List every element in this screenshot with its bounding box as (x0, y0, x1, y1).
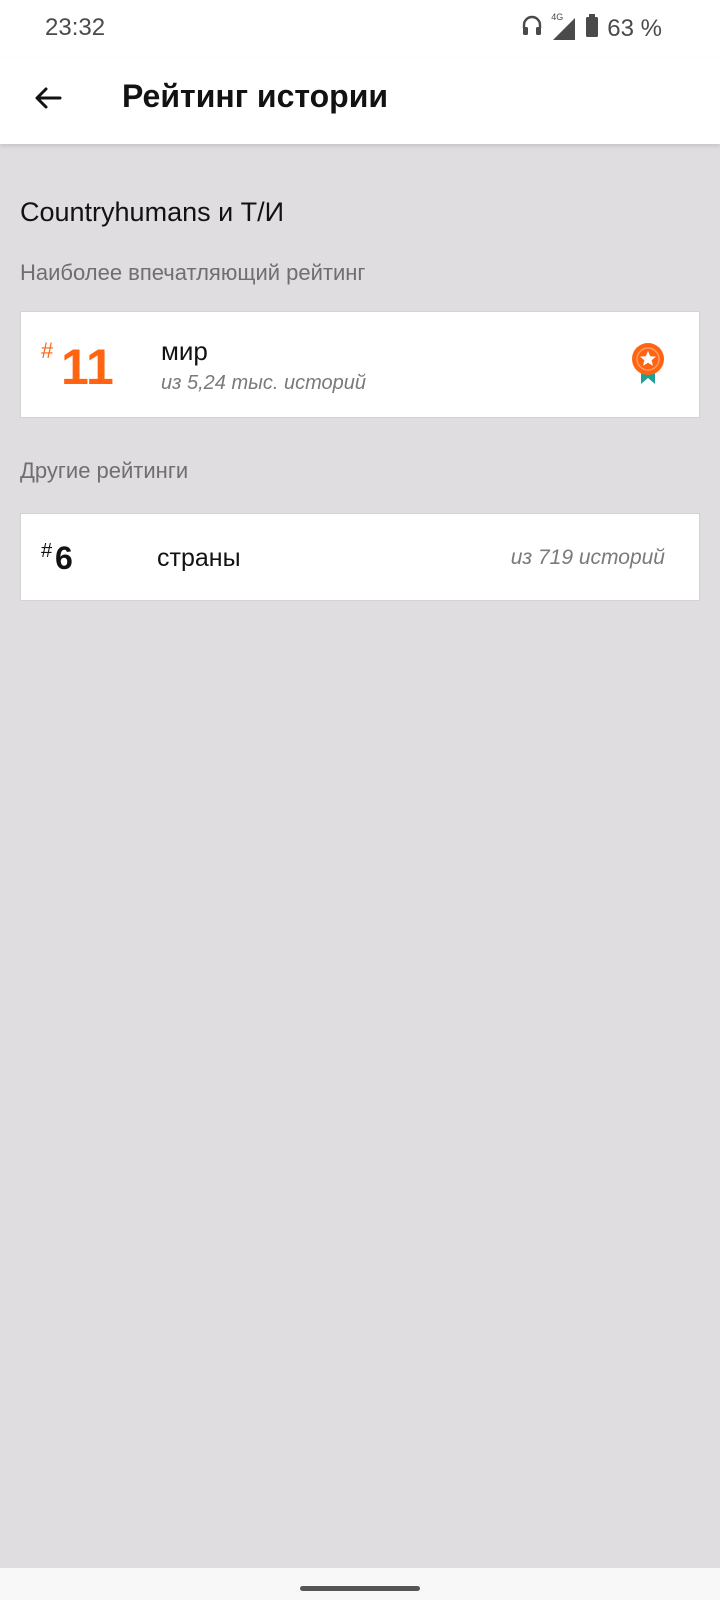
status-icons: 4G 63 % (521, 12, 662, 43)
battery-icon (585, 14, 599, 43)
rank-number: 11 (61, 339, 114, 395)
back-button[interactable] (24, 76, 72, 124)
home-gesture-handle[interactable] (300, 1586, 420, 1591)
app-bar: Рейтинг истории (0, 58, 720, 144)
rank-hash: # (41, 338, 54, 363)
signal-icon: 4G (551, 12, 577, 42)
ranking-name: мир (161, 336, 208, 366)
story-title: Countryhumans и Т/И (20, 197, 285, 227)
section-label-other: Другие рейтинги (20, 458, 189, 483)
page-title: Рейтинг истории (122, 78, 389, 114)
main-ranking-card[interactable]: # 11 мир из 5,24 тыс. историй (20, 311, 700, 418)
system-nav-bar (0, 1568, 720, 1600)
ranking-subtitle: из 719 историй (510, 546, 665, 569)
status-time: 23:32 (45, 14, 106, 41)
section-label-main: Наиболее впечатляющий рейтинг (20, 260, 366, 285)
rank-hash: # (41, 540, 53, 562)
arrow-left-icon (32, 82, 64, 119)
ranking-name: страны (157, 544, 241, 572)
award-ribbon-icon (631, 342, 665, 386)
headphones-icon (521, 14, 543, 43)
rank-number: 6 (55, 540, 73, 576)
other-ranking-card[interactable]: # 6 страны из 719 историй (20, 513, 700, 601)
ranking-subtitle: из 5,24 тыс. историй (161, 372, 366, 394)
status-bar: 23:32 4G 63 % (0, 0, 720, 58)
battery-percent: 63 % (607, 14, 662, 42)
